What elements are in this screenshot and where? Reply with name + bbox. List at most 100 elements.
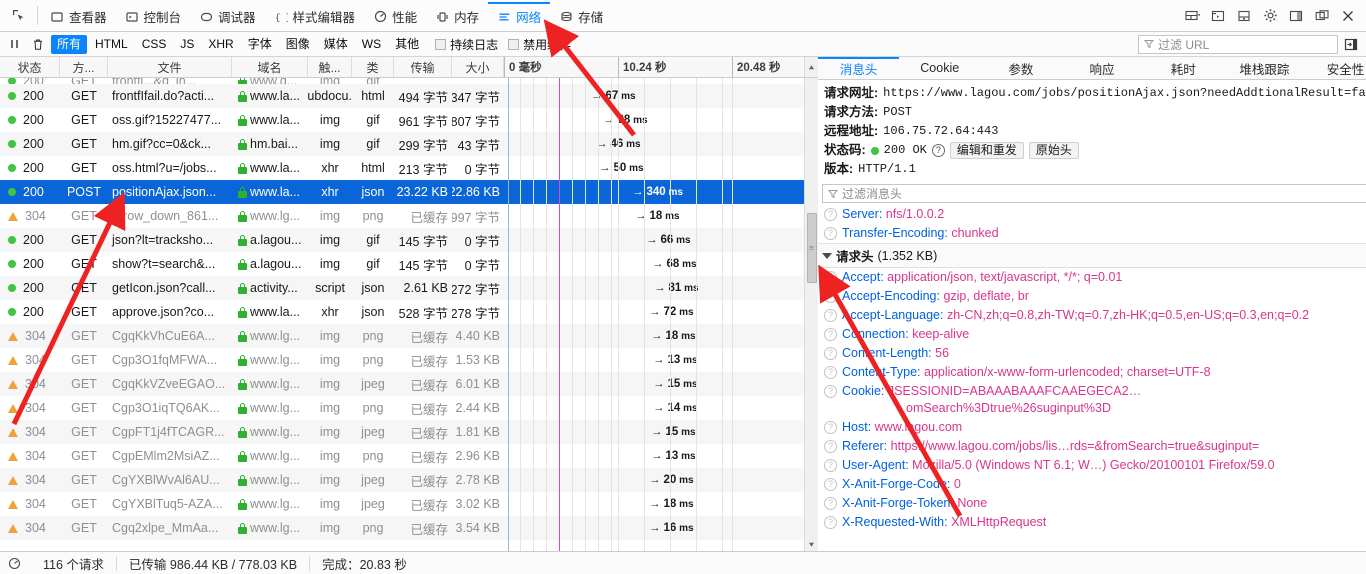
table-row[interactable]: 304 GET CgYXBlWvAl6AU... www.lg... img jpeg 已缓… <box>0 468 804 492</box>
column-header-status[interactable]: 状态 <box>0 57 60 77</box>
filter-type-font[interactable]: 字体 <box>242 35 278 54</box>
dock-side-icon[interactable] <box>1284 4 1308 28</box>
header-help-question-icon[interactable]: ? <box>824 478 837 491</box>
detail-tab-0[interactable]: 消息头 <box>818 57 900 79</box>
table-row[interactable]: 304 GET Cgp3O1iqTQ6AK... www.lg... img png 已缓存… <box>0 396 804 420</box>
column-header-file[interactable]: 文件 <box>108 57 232 77</box>
detail-tab-5[interactable]: 堆栈跟踪 <box>1224 57 1305 79</box>
table-row[interactable]: 200 GET oss.html?u=/jobs... www.la... xhr htm… <box>0 156 804 180</box>
split-console-icon[interactable] <box>1232 4 1256 28</box>
filter-type-ws[interactable]: WS <box>356 35 387 54</box>
scroll-down-arrow[interactable] <box>805 537 819 551</box>
header-row[interactable]: ? Content-Length: 56 <box>818 344 1366 363</box>
table-row[interactable]: 200 GET hm.gif?cc=0&ck... hm.bai... img gif 29… <box>0 132 804 156</box>
persist-logs-checkbox[interactable]: 持续日志 <box>435 36 498 53</box>
header-help-question-icon[interactable]: ? <box>824 309 837 322</box>
header-help-question-icon[interactable]: ? <box>824 347 837 360</box>
header-help-question-icon[interactable]: ? <box>824 385 837 398</box>
scrollbar-track[interactable] <box>805 78 819 537</box>
filter-type-css[interactable]: CSS <box>136 35 173 54</box>
url-filter-input[interactable]: 过滤 URL <box>1138 34 1338 54</box>
toggle-detail-pane-icon[interactable] <box>1340 35 1362 54</box>
detail-tab-2[interactable]: 参数 <box>980 57 1061 79</box>
table-row[interactable]: 304 GET CgqKkVhCuE6A... www.lg... img png 已缓存 4… <box>0 324 804 348</box>
filter-type-xhr[interactable]: XHR <box>202 35 239 54</box>
header-row[interactable]: ? Server: nfs/1.0.0.2 <box>818 205 1366 224</box>
settings-gear-icon[interactable] <box>1258 4 1282 28</box>
detail-tab-4[interactable]: 耗时 <box>1143 57 1224 79</box>
screenshot-icon[interactable] <box>1206 4 1230 28</box>
filter-type-image[interactable]: 图像 <box>280 35 316 54</box>
filter-type-media[interactable]: 媒体 <box>318 35 354 54</box>
table-row[interactable]: 304 GET CgpFT1j4fTCAGR... www.lg... img jpeg 已… <box>0 420 804 444</box>
header-help-question-icon[interactable]: ? <box>824 440 837 453</box>
dock-window-icon[interactable] <box>1310 4 1334 28</box>
filter-type-js[interactable]: JS <box>174 35 200 54</box>
edit-and-resend-button[interactable]: 编辑和重发 <box>949 142 1024 159</box>
header-row[interactable]: ? Host: www.lagou.com <box>818 418 1366 437</box>
help-question-icon[interactable]: ? <box>931 144 945 157</box>
column-header-type[interactable]: 类 <box>352 57 394 77</box>
table-row[interactable]: 304 GET arrow_down_861... www.lg... img png 已缓… <box>0 204 804 228</box>
table-row[interactable]: 304 GET CgqKkVZveEGAO... www.lg... img jpeg 已缓… <box>0 372 804 396</box>
header-row[interactable]: ? Connection: keep-alive <box>818 325 1366 344</box>
column-header-waterfall[interactable]: 0 毫秒 10.24 秒 20.48 秒 <box>504 57 804 77</box>
element-picker-icon[interactable] <box>4 0 34 31</box>
header-row[interactable]: ? Cookie: JSESSIONID=ABAAABAAAFCAAEGECA2…… <box>818 382 1366 418</box>
header-help-question-icon[interactable]: ? <box>824 497 837 510</box>
tab-storage[interactable]: 存储 <box>550 0 612 31</box>
detail-tab-3[interactable]: 响应 <box>1061 57 1142 79</box>
header-row[interactable]: ? Accept-Encoding: gzip, deflate, br <box>818 287 1366 306</box>
clear-button[interactable] <box>27 35 49 54</box>
raw-headers-button[interactable]: 原始头 <box>1028 142 1079 159</box>
column-header-cause[interactable]: 触... <box>308 57 352 77</box>
detail-tab-1[interactable]: Cookie <box>899 57 980 79</box>
filter-type-other[interactable]: 其他 <box>389 35 425 54</box>
filter-type-all[interactable]: 所有 <box>51 34 88 54</box>
header-help-question-icon[interactable]: ? <box>824 421 837 434</box>
table-row[interactable]: 304 GET CgYXBlTuq5-AZA... www.lg... img jpeg 已… <box>0 492 804 516</box>
header-row[interactable]: ? Accept: application/json, text/javascri… <box>818 268 1366 287</box>
header-help-question-icon[interactable]: ? <box>824 227 837 240</box>
tab-style-editor[interactable]: { } 样式编辑器 <box>265 0 365 31</box>
request-headers-section-header[interactable]: 请求头 (1.352 KB) <box>818 243 1366 268</box>
pause-button[interactable] <box>4 35 25 54</box>
header-row[interactable]: ? Content-Type: application/x-www-form-ur… <box>818 363 1366 382</box>
header-row[interactable]: ? Referer: https://www.lagou.com/jobs/lis… <box>818 437 1366 456</box>
scroll-up-arrow[interactable] <box>804 57 818 77</box>
headers-filter-input[interactable]: 过滤消息头 <box>822 184 1366 203</box>
close-icon[interactable] <box>1336 4 1360 28</box>
table-row[interactable]: 200 GET getIcon.json?call... activity... scr… <box>0 276 804 300</box>
header-row[interactable]: ? Transfer-Encoding: chunked <box>818 224 1366 243</box>
column-header-method[interactable]: 方... <box>60 57 108 77</box>
tab-memory[interactable]: 内存 <box>426 0 488 31</box>
request-list-scrollbar[interactable] <box>804 78 818 551</box>
table-row[interactable]: 200 POST positionAjax.json... www.la... xhr j… <box>0 180 804 204</box>
tab-inspector[interactable]: 查看器 <box>41 0 116 31</box>
filter-type-html[interactable]: HTML <box>89 35 134 54</box>
tab-console[interactable]: 控制台 <box>116 0 191 31</box>
header-help-question-icon[interactable]: ? <box>824 208 837 221</box>
table-row[interactable]: 304 GET Cgp3O1fqMFWA... www.lg... img png 已缓存 1… <box>0 348 804 372</box>
table-row[interactable]: 200 GET json?lt=tracksho... a.lagou... img gi… <box>0 228 804 252</box>
tab-debugger[interactable]: 调试器 <box>190 0 265 31</box>
header-row[interactable]: ? User-Agent: Mozilla/5.0 (Windows NT 6.1… <box>818 456 1366 475</box>
column-header-domain[interactable]: 域名 <box>232 57 308 77</box>
table-row[interactable]: 200 GET approve.json?co... www.la... xhr json… <box>0 300 804 324</box>
column-header-size[interactable]: 大小 <box>452 57 504 77</box>
scrollbar-thumb[interactable] <box>806 213 817 283</box>
header-row[interactable]: ? X-Requested-With: XMLHttpRequest <box>818 513 1366 532</box>
table-row[interactable]: 200 GET show?t=search&... a.lagou... img gif 1… <box>0 252 804 276</box>
responsive-design-mode-icon[interactable] <box>1180 4 1204 28</box>
header-help-question-icon[interactable]: ? <box>824 290 837 303</box>
table-row[interactable]: 304 GET Cgq2xlpe_MmAa... www.lg... img png 已缓存… <box>0 516 804 540</box>
performance-analysis-icon[interactable] <box>8 557 31 570</box>
header-help-question-icon[interactable]: ? <box>824 366 837 379</box>
header-row[interactable]: ? X-Anit-Forge-Token: None <box>818 494 1366 513</box>
column-header-transfer[interactable]: 传输 <box>394 57 452 77</box>
header-help-question-icon[interactable]: ? <box>824 516 837 529</box>
tab-network[interactable]: 网络 <box>488 0 551 31</box>
table-row[interactable]: 304 GET CgpEMlm2MsiAZ... www.lg... img png 已缓存… <box>0 444 804 468</box>
header-row[interactable]: ? X-Anit-Forge-Code: 0 <box>818 475 1366 494</box>
header-row[interactable]: ? Accept-Language: zh-CN,zh;q=0.8,zh-TW;q… <box>818 306 1366 325</box>
